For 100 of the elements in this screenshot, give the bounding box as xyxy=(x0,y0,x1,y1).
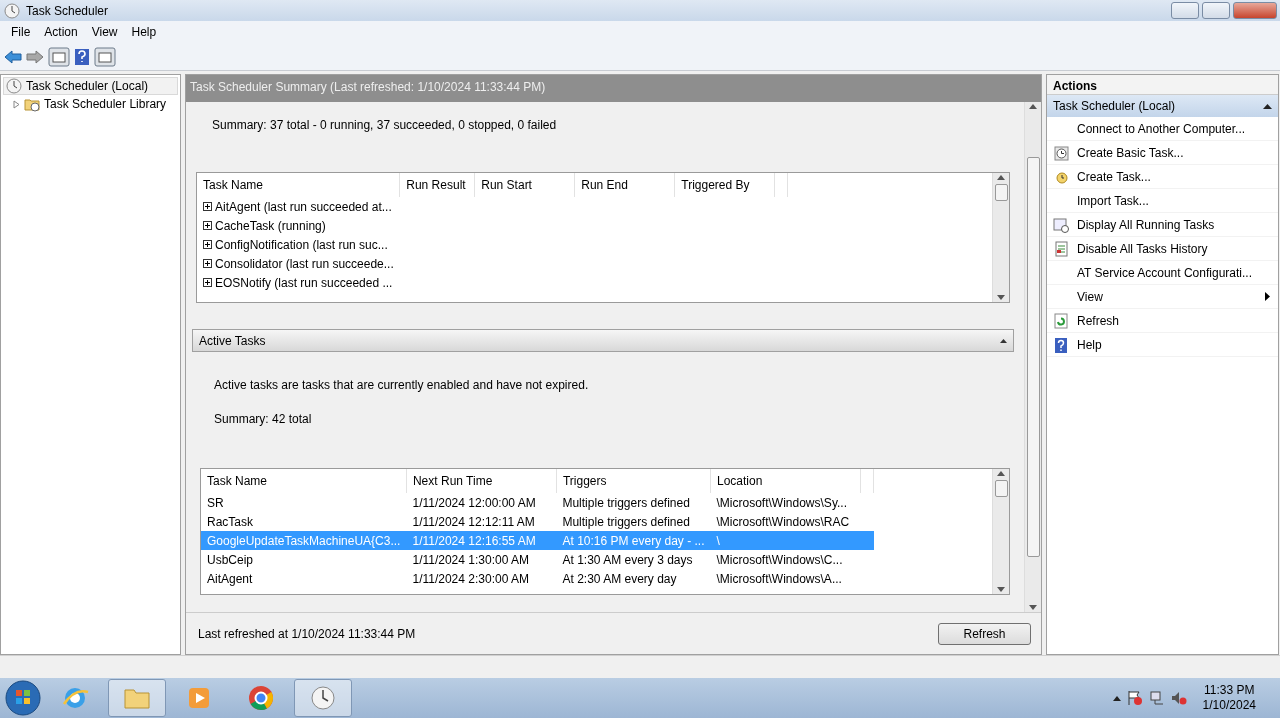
expand-icon[interactable] xyxy=(203,278,212,287)
pane-task-link[interactable]: Help xyxy=(1047,333,1278,357)
task-name[interactable]: Consolidator (last run succeede... xyxy=(215,254,394,273)
pane-task-link[interactable]: Create Basic Task... xyxy=(1047,141,1278,165)
table-cell: \Microsoft\Windows\RAC xyxy=(710,512,861,531)
table-row[interactable]: RacTask 1/11/2024 12:12:11 AM Multiple triggers defined \Microsoft\Windows\RAC xyxy=(201,512,874,531)
action-group-header[interactable]: Task Scheduler (Local) xyxy=(1047,95,1278,117)
table-cell: UsbCeip xyxy=(201,550,407,569)
column-header[interactable]: Location xyxy=(710,469,861,493)
refresh-button[interactable]: Refresh xyxy=(938,622,1031,645)
table-cell: At 10:16 PM every day - ... xyxy=(556,531,711,550)
task-name[interactable]: EOSNotify (last run succeeded ... xyxy=(215,273,393,292)
last-refreshed-text: Last refreshed at 1/10/2024 11:33:44 PM xyxy=(198,625,416,643)
table-row[interactable]: UsbCeip 1/11/2024 1:30:00 AM At 1:30 AM every 3 days \Microsoft\Windows\C... xyxy=(201,550,874,569)
table-row[interactable]: SR 1/11/2024 12:00:00 AM Multiple triggers defined \Microsoft\Windows\Sy... xyxy=(201,493,874,512)
maximize-button[interactable] xyxy=(1202,2,1230,19)
expand-arrow-icon[interactable] xyxy=(13,99,20,109)
scroll-down-arrow-icon[interactable] xyxy=(997,587,1005,592)
task-name[interactable]: ConfigNotification (last run suc... xyxy=(215,235,388,254)
clock-date[interactable]: 1/10/2024 xyxy=(1202,698,1256,713)
column-header[interactable]: Task Name xyxy=(197,173,400,197)
window-clock-icon xyxy=(1053,216,1069,233)
show-hidden-icons-icon[interactable] xyxy=(1112,695,1121,701)
scroll-up-arrow-icon[interactable] xyxy=(1029,104,1037,109)
scroll-down-arrow-icon[interactable] xyxy=(1029,605,1037,610)
pane-task-link[interactable]: View xyxy=(1047,285,1278,309)
table-cell: 1/11/2024 12:16:55 AM xyxy=(406,531,557,550)
column-header[interactable]: Run Result xyxy=(399,173,475,197)
task-name[interactable]: AitAgent (last run succeeded at... xyxy=(215,197,392,216)
column-header[interactable]: Task Name xyxy=(201,469,407,493)
table-cell: \Microsoft\Windows\C... xyxy=(710,550,861,569)
pane-task-link[interactable]: Create Task... xyxy=(1047,165,1278,189)
summary-text: Summary: 37 total - 0 running, 37 succeeded, 0 stopped, 0 failed xyxy=(212,117,558,134)
table-cell: Multiple triggers defined xyxy=(556,512,711,531)
flag-icon[interactable] xyxy=(1126,690,1143,706)
column-header[interactable]: Run Start xyxy=(474,173,575,197)
table-cell-text: \Microsoft\Windows\A... xyxy=(715,570,843,588)
scroll-up-arrow-icon[interactable] xyxy=(997,175,1005,180)
pane-task-link[interactable]: Display All Running Tasks xyxy=(1047,213,1278,237)
table-cell: GoogleUpdateTaskMachineUA{C3... xyxy=(201,531,407,550)
close-button[interactable] xyxy=(1233,2,1277,19)
clock-icon xyxy=(4,2,20,19)
table-cell: Multiple triggers defined xyxy=(556,493,711,512)
task-name[interactable]: CacheTask (running) xyxy=(215,216,326,235)
expand-icon[interactable] xyxy=(203,202,212,211)
column-header[interactable]: Triggers xyxy=(556,469,711,493)
table-cell-text: 1/11/2024 2:30:00 AM xyxy=(411,570,530,588)
tree-item[interactable]: Task Scheduler (Local) xyxy=(3,77,178,95)
folder-clock-icon xyxy=(24,96,40,112)
menu-item[interactable]: View xyxy=(84,23,125,41)
expand-icon[interactable] xyxy=(203,221,212,230)
back-arrow-icon[interactable] xyxy=(4,48,22,65)
expand-icon[interactable] xyxy=(203,259,212,268)
description-text: Active tasks are tasks that are currently enabled and have not expired. xyxy=(214,377,590,394)
table-cell: 1/11/2024 12:00:00 AM xyxy=(406,493,557,512)
tree-item[interactable]: Task Scheduler Library xyxy=(11,95,178,113)
taskbar-button[interactable] xyxy=(108,679,166,717)
pane-task-link[interactable]: Refresh xyxy=(1047,309,1278,333)
action-pane-icon[interactable] xyxy=(94,46,116,67)
clock-icon xyxy=(6,78,22,94)
pane-task-link[interactable]: Connect to Another Computer... xyxy=(1047,117,1278,141)
table-cell-text: At 2:30 AM every day xyxy=(561,570,678,588)
help-icon xyxy=(1053,336,1069,353)
chrome-icon xyxy=(247,684,275,712)
pane-task-link[interactable]: AT Service Account Configurati... xyxy=(1047,261,1278,285)
table-cell: RacTask xyxy=(201,512,407,531)
clock-time[interactable]: 11:33 PM xyxy=(1202,683,1256,698)
collapse-arrow-icon[interactable] xyxy=(1000,338,1007,343)
menu-item[interactable]: Help xyxy=(124,23,164,41)
taskbar-button[interactable] xyxy=(294,679,352,717)
scroll-up-arrow-icon[interactable] xyxy=(997,471,1005,476)
menu-item[interactable]: Action xyxy=(37,23,85,41)
help-icon[interactable] xyxy=(74,47,90,66)
column-header[interactable]: Run End xyxy=(574,173,675,197)
list-icon xyxy=(1053,240,1069,257)
summary-text: Summary: 42 total xyxy=(214,411,313,428)
pane-task-link[interactable]: Disable All Tasks History xyxy=(1047,237,1278,261)
table-cell: At 1:30 AM every 3 days xyxy=(556,550,711,569)
scroll-down-arrow-icon[interactable] xyxy=(997,295,1005,300)
refresh-icon xyxy=(1053,312,1069,329)
clock-icon xyxy=(1053,144,1069,161)
speaker-icon[interactable] xyxy=(1170,690,1187,706)
panel-header: Task Scheduler Summary (Last refreshed: 1/10/2024 11:33:44 PM) xyxy=(186,75,1041,102)
table-cell: SR xyxy=(201,493,407,512)
table-cell: \Microsoft\Windows\Sy... xyxy=(710,493,861,512)
expand-icon[interactable] xyxy=(203,240,212,249)
console-tree-icon[interactable] xyxy=(48,46,70,67)
table-cell: 1/11/2024 1:30:00 AM xyxy=(406,550,557,569)
pane-task-link[interactable]: Import Task... xyxy=(1047,189,1278,213)
network-icon[interactable] xyxy=(1148,690,1165,706)
table-cell: 1/11/2024 12:12:11 AM xyxy=(406,512,557,531)
menu-item[interactable]: File xyxy=(4,23,38,41)
table-row[interactable]: AitAgent 1/11/2024 2:30:00 AM At 2:30 AM every day \Microsoft\Windows\A... xyxy=(201,569,874,588)
start-button[interactable] xyxy=(4,679,42,717)
minimize-button[interactable] xyxy=(1171,2,1199,19)
forward-arrow-icon[interactable] xyxy=(26,48,44,65)
collapse-arrow-icon xyxy=(1263,103,1272,109)
column-header[interactable]: Next Run Time xyxy=(406,469,557,493)
column-header[interactable]: Triggered By xyxy=(674,173,775,197)
pane-title: Actions xyxy=(1047,75,1278,95)
